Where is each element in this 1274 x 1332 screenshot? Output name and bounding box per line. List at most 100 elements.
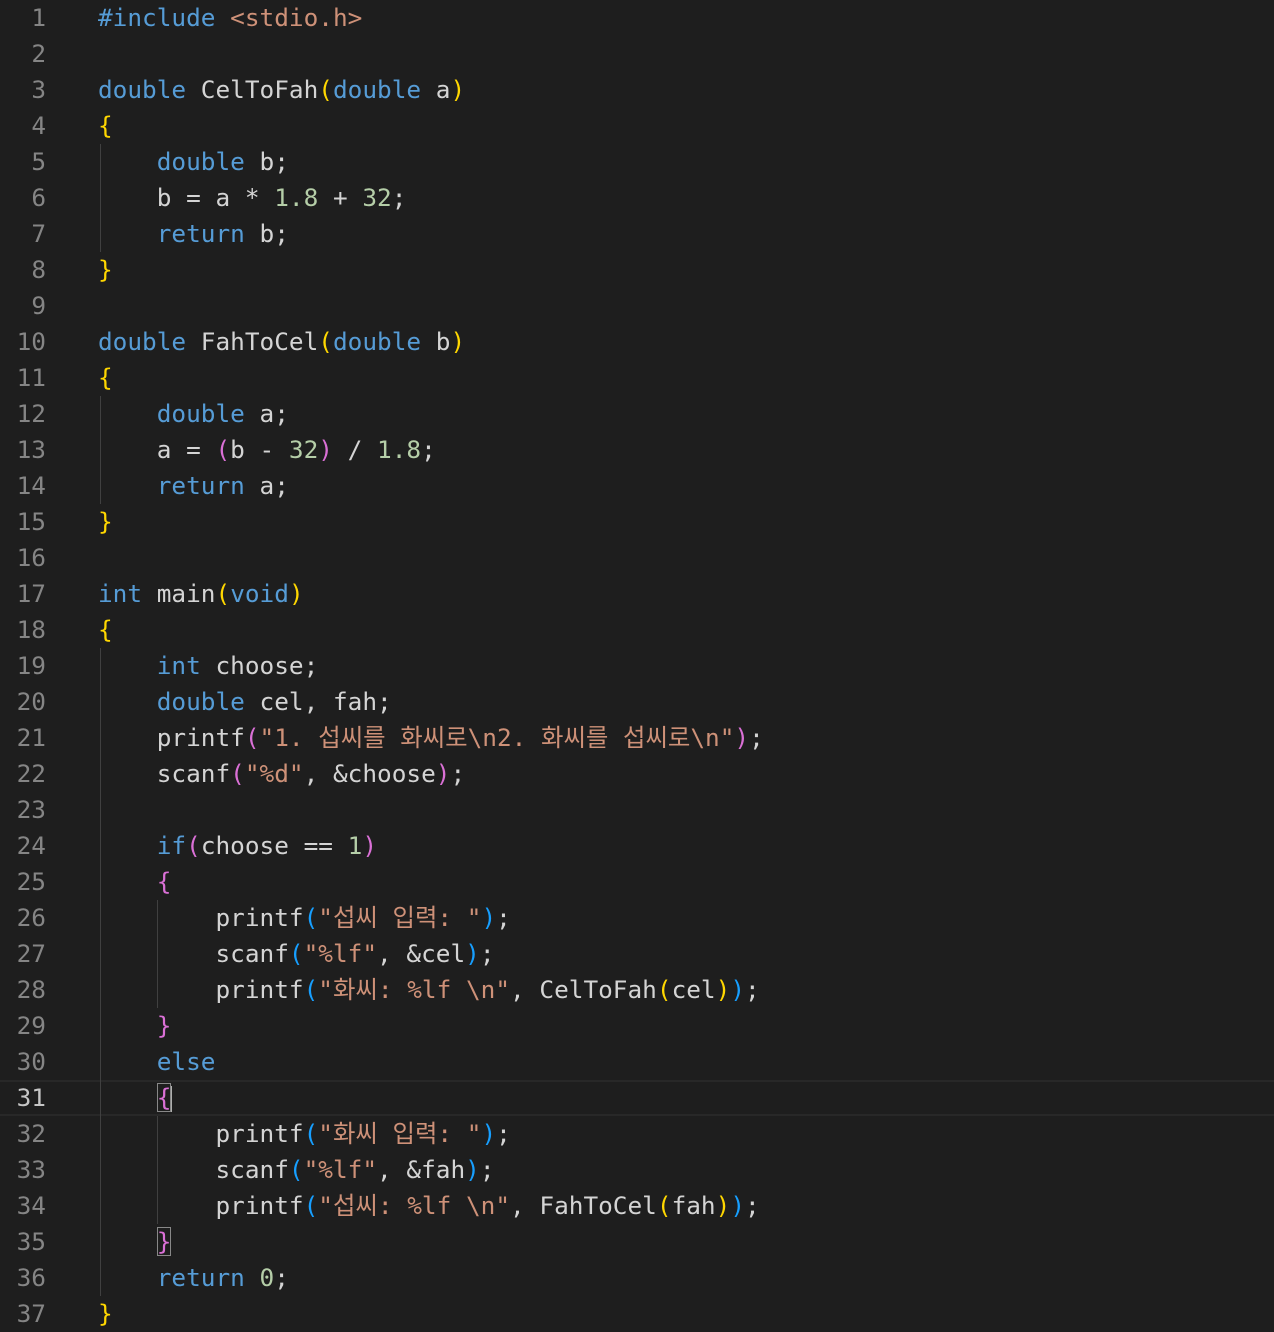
token: choose == — [200, 831, 348, 860]
token: "섭씨: %lf \n" — [318, 1191, 511, 1220]
token: a; — [244, 399, 289, 428]
token: ) — [450, 327, 466, 356]
code-line-23[interactable]: 23 — [0, 792, 1274, 828]
indent-guide — [157, 900, 158, 1008]
token: ( — [215, 435, 231, 464]
code-line-27[interactable]: 27 scanf("%lf", &cel); — [0, 936, 1274, 972]
code-line-13[interactable]: 13 a = (b - 32) / 1.8; — [0, 432, 1274, 468]
token: double — [156, 147, 245, 176]
token: 1 — [347, 831, 363, 860]
token: scanf — [98, 1155, 289, 1184]
token: + — [318, 183, 363, 212]
token: ) — [435, 759, 451, 788]
line-number: 32 — [16, 1119, 46, 1148]
code-text: } — [98, 504, 113, 540]
code-line-21[interactable]: 21 printf("1. 섭씨를 화씨로\n2. 화씨를 섭씨로\n"); — [0, 720, 1274, 756]
line-number: 7 — [31, 219, 46, 248]
code-line-25[interactable]: 25 { — [0, 864, 1274, 900]
token: CelToFah — [186, 75, 319, 104]
token: ( — [215, 579, 231, 608]
code-text: double a; — [98, 396, 289, 432]
code-line-34[interactable]: 34 printf("섭씨: %lf \n", FahToCel(fah)); — [0, 1188, 1274, 1224]
code-text: return a; — [98, 468, 289, 504]
token: } — [156, 1011, 172, 1040]
line-number: 30 — [16, 1047, 46, 1076]
token: ) — [715, 1191, 731, 1220]
indent-guide — [157, 1116, 158, 1224]
code-text: { — [98, 360, 113, 396]
code-line-8[interactable]: 8} — [0, 252, 1274, 288]
token: ; — [745, 975, 760, 1004]
code-line-19[interactable]: 19 int choose; — [0, 648, 1274, 684]
code-line-28[interactable]: 28 printf("화씨: %lf \n", CelToFah(cel)); — [0, 972, 1274, 1008]
token: if — [156, 831, 187, 860]
code-line-18[interactable]: 18 { — [0, 612, 1274, 648]
token: else — [156, 1047, 216, 1076]
token: ) — [730, 1191, 745, 1220]
code-line-9[interactable]: 9 — [0, 288, 1274, 324]
code-line-5[interactable]: 5 double b; — [0, 144, 1274, 180]
code-text: { — [98, 108, 113, 144]
line-number: 21 — [16, 723, 46, 752]
code-text: b = a * 1.8 + 32; — [98, 180, 407, 216]
token: #include — [98, 3, 231, 32]
code-line-2[interactable]: 2 — [0, 36, 1274, 72]
token: ( — [303, 975, 319, 1004]
token: ) — [481, 1119, 497, 1148]
token: ( — [303, 1119, 319, 1148]
code-line-20[interactable]: 20 double cel, fah; — [0, 684, 1274, 720]
line-number: 19 — [16, 651, 46, 680]
code-line-14[interactable]: 14 return a; — [0, 468, 1274, 504]
code-line-32[interactable]: 32 printf("화씨 입력: "); — [0, 1116, 1274, 1152]
code-line-24[interactable]: 24 if(choose == 1) — [0, 828, 1274, 864]
code-line-36[interactable]: 36 return 0; — [0, 1260, 1274, 1296]
line-number: 18 — [16, 615, 46, 644]
line-number: 28 — [16, 975, 46, 1004]
code-line-4[interactable]: 4{ — [0, 108, 1274, 144]
token: { — [98, 615, 113, 644]
code-line-11[interactable]: 11 { — [0, 360, 1274, 396]
token: return — [156, 1263, 245, 1292]
code-line-31[interactable]: 31 { — [0, 1080, 1274, 1116]
token: scanf — [98, 939, 289, 968]
code-line-30[interactable]: 30 else — [0, 1044, 1274, 1080]
code-text: scanf("%d", &choose); — [98, 756, 465, 792]
code-line-1[interactable]: 1 #include <stdio.h> — [0, 0, 1274, 36]
code-line-37[interactable]: 37} — [0, 1296, 1274, 1332]
token: ; — [749, 723, 764, 752]
code-line-16[interactable]: 16 — [0, 540, 1274, 576]
code-line-6[interactable]: 6 b = a * 1.8 + 32; — [0, 180, 1274, 216]
token: return — [156, 471, 245, 500]
code-line-29[interactable]: 29 } — [0, 1008, 1274, 1044]
code-line-3[interactable]: 3 double CelToFah(double a) — [0, 72, 1274, 108]
code-line-12[interactable]: 12 double a; — [0, 396, 1274, 432]
code-line-35[interactable]: 35 } — [0, 1224, 1274, 1260]
line-number: 10 — [16, 327, 46, 356]
token: double — [332, 327, 422, 356]
code-line-10[interactable]: 10 double FahToCel(double b) — [0, 324, 1274, 360]
code-line-26[interactable]: 26 printf("섭씨 입력: "); — [0, 900, 1274, 936]
code-editor[interactable]: 1 #include <stdio.h> 2 3 double CelToFah(dou… — [0, 0, 1274, 1330]
code-line-7[interactable]: 7 return b; — [0, 216, 1274, 252]
code-line-22[interactable]: 22 scanf("%d", &choose); — [0, 756, 1274, 792]
token: b; — [244, 147, 289, 176]
line-number: 33 — [16, 1155, 46, 1184]
token: printf — [98, 975, 304, 1004]
code-line-33[interactable]: 33 scanf("%lf", &fah); — [0, 1152, 1274, 1188]
token: ) — [362, 831, 378, 860]
text-cursor — [170, 1086, 173, 1112]
token: <stdio.h> — [230, 3, 363, 32]
token: { — [156, 867, 172, 896]
token: printf — [98, 903, 304, 932]
token: { — [98, 111, 113, 140]
line-number: 17 — [16, 579, 46, 608]
code-text: else — [98, 1044, 216, 1080]
code-line-17[interactable]: 17 int main(void) — [0, 576, 1274, 612]
code-line-15[interactable]: 15} — [0, 504, 1274, 540]
line-number: 31 — [16, 1083, 46, 1112]
